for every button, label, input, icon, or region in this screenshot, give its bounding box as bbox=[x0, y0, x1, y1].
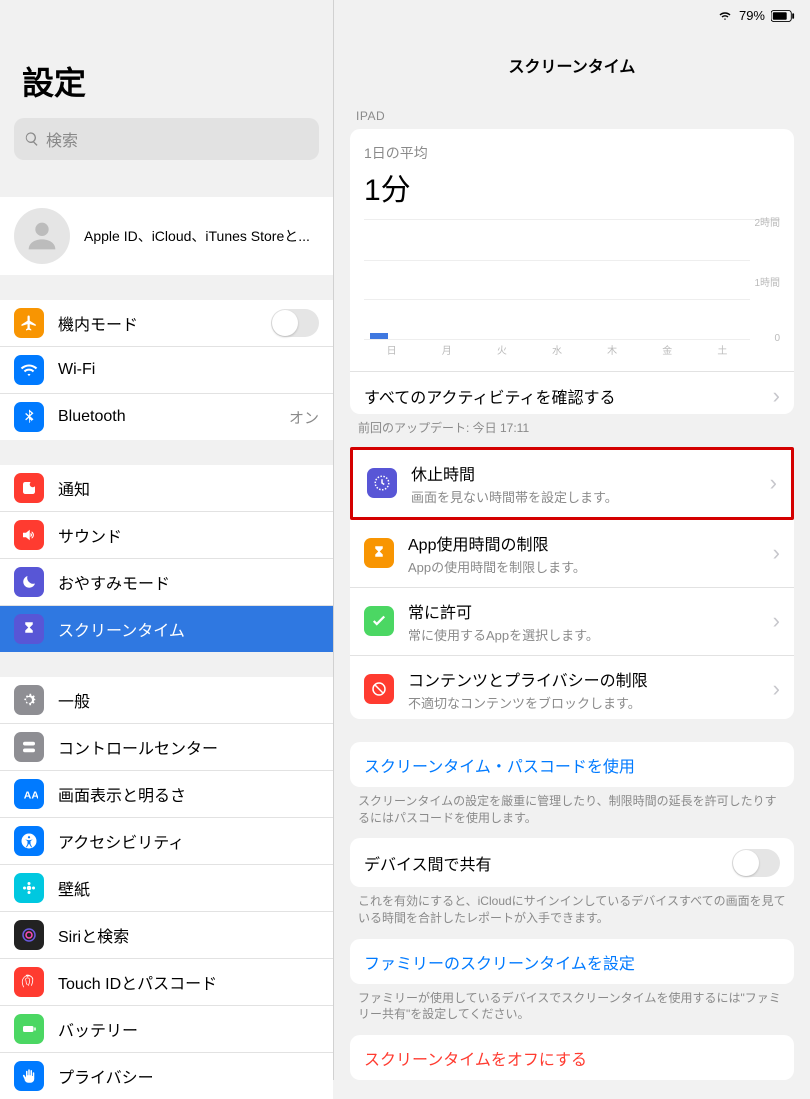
sidebar-item-screentime[interactable]: スクリーンタイム bbox=[0, 606, 333, 652]
clock-icon bbox=[367, 468, 397, 498]
always-allowed-row[interactable]: 常に許可常に使用するAppを選択します。 › bbox=[350, 588, 794, 656]
wifi-label: Wi-Fi bbox=[58, 361, 319, 379]
siri-label: Siriと検索 bbox=[58, 923, 319, 947]
turnoff-link[interactable]: スクリーンタイムをオフにする bbox=[350, 1035, 794, 1080]
bell-icon bbox=[14, 473, 44, 503]
sidebar-item-battery[interactable]: バッテリー bbox=[0, 1006, 333, 1053]
switches-icon bbox=[14, 732, 44, 762]
sidebar-item-wifi[interactable]: Wi-Fi bbox=[0, 347, 333, 394]
share-note: これを有効にすると、iCloudにサインインしているデバイスすべての画面を見てい… bbox=[334, 887, 810, 927]
access-label: アクセシビリティ bbox=[58, 829, 319, 853]
sidebar-item-siri[interactable]: Siriと検索 bbox=[0, 912, 333, 959]
hourglass-icon bbox=[14, 614, 44, 644]
airplane-label: 機内モード bbox=[58, 311, 271, 335]
speaker-icon bbox=[14, 520, 44, 550]
chevron-right-icon: › bbox=[773, 383, 780, 409]
share-row[interactable]: デバイス間で共有 bbox=[350, 838, 794, 887]
sidebar-item-bluetooth[interactable]: Bluetooth オン bbox=[0, 394, 333, 440]
svg-text:AA: AA bbox=[24, 790, 38, 802]
sidebar-item-display[interactable]: AA 画面表示と明るさ bbox=[0, 771, 333, 818]
family-link[interactable]: ファミリーのスクリーンタイムを設定 bbox=[350, 939, 794, 984]
fingerprint-icon bbox=[14, 967, 44, 997]
battery-label: バッテリー bbox=[58, 1017, 319, 1041]
airplane-icon bbox=[14, 308, 44, 338]
search-placeholder: 検索 bbox=[46, 127, 78, 151]
display-label: 画面表示と明るさ bbox=[58, 782, 319, 806]
passcode-note: スクリーンタイムの設定を厳重に管理したり、制限時間の延長を許可したりするにはパス… bbox=[334, 787, 810, 827]
cc-label: コントロールセンター bbox=[58, 735, 319, 759]
share-toggle[interactable] bbox=[732, 849, 780, 877]
notifications-label: 通知 bbox=[58, 476, 319, 500]
sidebar-item-accessibility[interactable]: アクセシビリティ bbox=[0, 818, 333, 865]
bluetooth-icon bbox=[14, 402, 44, 432]
airplane-toggle[interactable] bbox=[271, 309, 319, 337]
general-label: 一般 bbox=[58, 688, 319, 712]
avg-label: 1日の平均 bbox=[364, 143, 780, 163]
sidebar-item-controlcenter[interactable]: コントロールセンター bbox=[0, 724, 333, 771]
sidebar-item-general[interactable]: 一般 bbox=[0, 677, 333, 724]
sidebar-item-privacy[interactable]: プライバシー bbox=[0, 1053, 333, 1099]
avg-value: 1分 bbox=[364, 165, 780, 209]
detail-title: スクリーンタイム bbox=[334, 41, 810, 87]
siri-icon bbox=[14, 920, 44, 950]
bluetooth-value: オン bbox=[289, 407, 319, 428]
restrict-icon bbox=[364, 674, 394, 704]
section-ipad: IPAD bbox=[334, 87, 810, 129]
moon-icon bbox=[14, 567, 44, 597]
sidebar-item-dnd[interactable]: おやすみモード bbox=[0, 559, 333, 606]
accessibility-icon bbox=[14, 826, 44, 856]
usage-chart: 2時間 1時間 0 日月火水木金土 bbox=[364, 219, 780, 339]
avatar-icon bbox=[14, 208, 70, 264]
sound-label: サウンド bbox=[58, 523, 319, 547]
chevron-right-icon: › bbox=[770, 470, 777, 496]
wifi-icon bbox=[14, 355, 44, 385]
downtime-row[interactable]: 休止時間画面を見ない時間帯を設定します。 › bbox=[353, 450, 791, 517]
check-icon bbox=[364, 606, 394, 636]
gear-icon bbox=[14, 685, 44, 715]
battery-status-icon bbox=[771, 10, 795, 22]
sidebar-item-sound[interactable]: サウンド bbox=[0, 512, 333, 559]
apple-id-label: Apple ID、iCloud、iTunes Storeと... bbox=[84, 226, 319, 246]
sidebar-item-airplane[interactable]: 機内モード bbox=[0, 300, 333, 347]
chevron-right-icon: › bbox=[773, 540, 780, 566]
flower-icon bbox=[14, 873, 44, 903]
search-input[interactable]: 検索 bbox=[14, 118, 319, 160]
battery-percent: 79% bbox=[739, 8, 765, 23]
chevron-right-icon: › bbox=[773, 608, 780, 634]
touchid-label: Touch IDとパスコード bbox=[58, 970, 319, 994]
chevron-right-icon: › bbox=[773, 676, 780, 702]
apple-id-row[interactable]: Apple ID、iCloud、iTunes Storeと... bbox=[0, 197, 333, 275]
all-activity-row[interactable]: すべてのアクティビティを確認する › bbox=[350, 371, 794, 414]
text-icon: AA bbox=[14, 779, 44, 809]
content-privacy-row[interactable]: コンテンツとプライバシーの制限不適切なコンテンツをブロックします。 › bbox=[350, 656, 794, 719]
battery-icon bbox=[14, 1014, 44, 1044]
sidebar-item-notifications[interactable]: 通知 bbox=[0, 465, 333, 512]
family-note: ファミリーが使用しているデバイスでスクリーンタイムを使用するには"ファミリー共有… bbox=[334, 984, 810, 1024]
settings-title: 設定 bbox=[0, 0, 333, 114]
bluetooth-label: Bluetooth bbox=[58, 408, 281, 426]
hourglass-icon bbox=[364, 538, 394, 568]
dnd-label: おやすみモード bbox=[58, 570, 319, 594]
search-icon bbox=[24, 131, 40, 147]
screentime-label: スクリーンタイム bbox=[58, 617, 319, 641]
privacy-label: プライバシー bbox=[58, 1064, 319, 1088]
sidebar-item-touchid[interactable]: Touch IDとパスコード bbox=[0, 959, 333, 1006]
last-update: 前回のアップデート: 今日 17:11 bbox=[334, 414, 810, 437]
wifi-status-icon bbox=[717, 10, 733, 22]
passcode-link[interactable]: スクリーンタイム・パスコードを使用 bbox=[350, 742, 794, 787]
hand-icon bbox=[14, 1061, 44, 1091]
wallpaper-label: 壁紙 bbox=[58, 876, 319, 900]
app-limits-row[interactable]: App使用時間の制限Appの使用時間を制限します。 › bbox=[350, 520, 794, 588]
sidebar-item-wallpaper[interactable]: 壁紙 bbox=[0, 865, 333, 912]
